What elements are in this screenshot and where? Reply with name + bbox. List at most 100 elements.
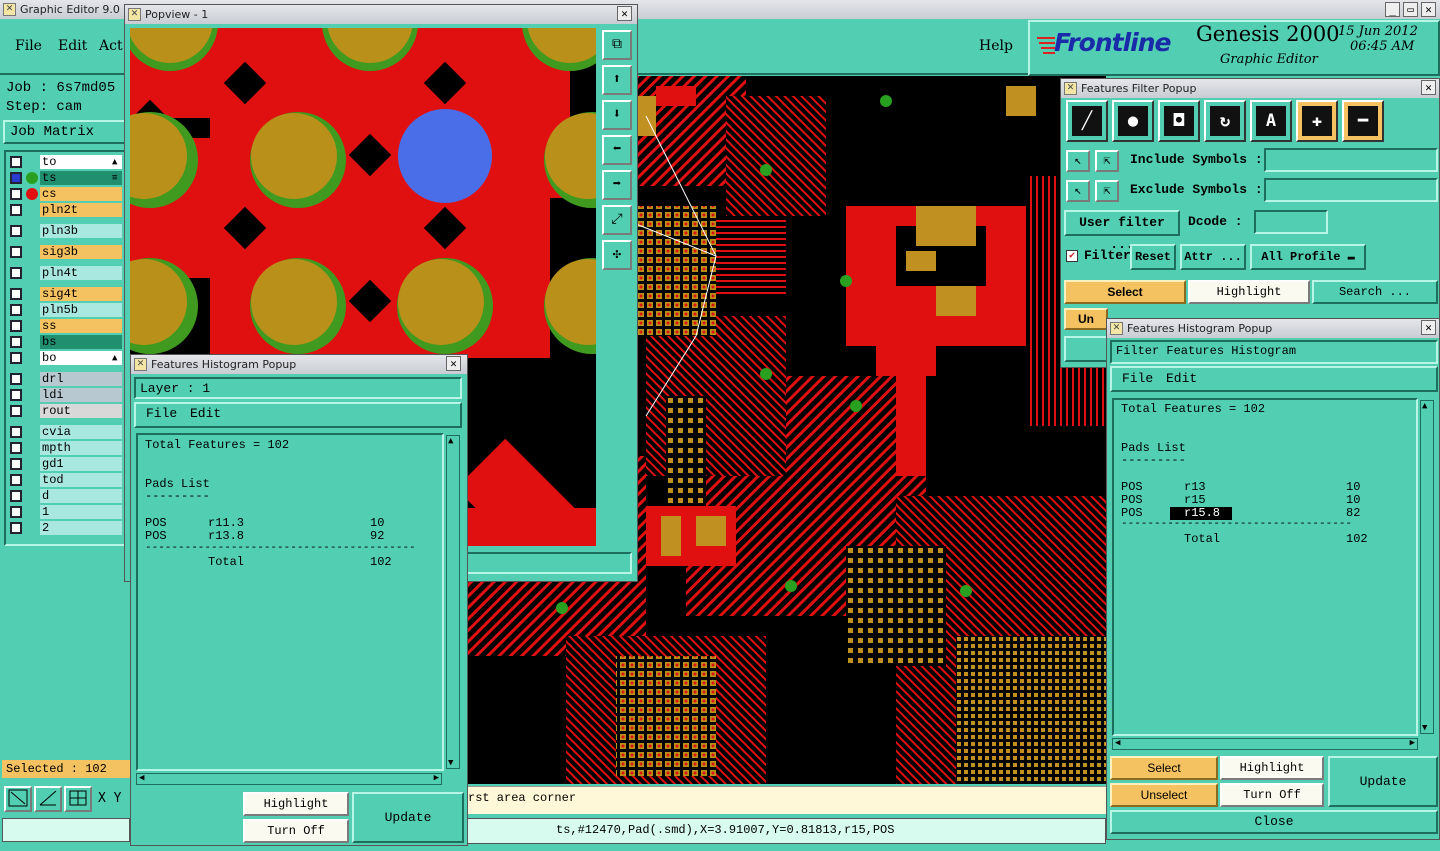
- filter-close-button[interactable]: ✕: [1421, 80, 1436, 95]
- layer-checkbox[interactable]: [10, 458, 22, 470]
- text-filter-button[interactable]: A: [1250, 100, 1292, 142]
- histo-left-title-bar[interactable]: ✕ Features Histogram Popup: [131, 355, 467, 374]
- exclude-arrow2-button[interactable]: ⇱: [1095, 180, 1119, 202]
- all-profile-dropdown[interactable]: All Profile ▬: [1250, 244, 1366, 270]
- menu-help[interactable]: Help: [979, 38, 1013, 54]
- layer-row-d[interactable]: d: [8, 489, 124, 503]
- layer-row-bo[interactable]: bo ▲: [8, 351, 124, 365]
- histo-left-close-button[interactable]: ✕: [446, 356, 461, 371]
- histo-right-scroll-up-icon[interactable]: ▲: [1422, 401, 1427, 411]
- layer-checkbox[interactable]: [10, 204, 22, 216]
- layer-checkbox[interactable]: [10, 352, 22, 364]
- layer-checkbox[interactable]: [10, 506, 22, 518]
- filter-update-button-partial[interactable]: [1064, 336, 1108, 362]
- histo-left-turnoff-button[interactable]: Turn Off: [243, 819, 349, 843]
- layer-row-cs[interactable]: cs: [8, 187, 124, 201]
- layer-checkbox[interactable]: [10, 336, 22, 348]
- layer-checkbox[interactable]: [10, 172, 22, 184]
- filter-unselect-button[interactable]: Un: [1064, 308, 1108, 330]
- menu-file[interactable]: File: [15, 38, 42, 54]
- histo-left-scroll-right-icon[interactable]: ▶: [434, 773, 439, 783]
- zoom-in-button[interactable]: ⤢: [602, 205, 632, 235]
- pan-up-button[interactable]: ⬆: [602, 65, 632, 95]
- snap-tool-button[interactable]: [4, 786, 32, 812]
- layer-row-pln3b[interactable]: pln3b: [8, 224, 124, 238]
- layer-checkbox[interactable]: [10, 522, 22, 534]
- histo-right-title-bar[interactable]: ✕ Features Histogram Popup: [1107, 319, 1439, 338]
- layer-row-sig3b[interactable]: sig3b: [8, 245, 124, 259]
- histo-right-scroll-down-icon[interactable]: ▼: [1422, 723, 1427, 733]
- histo-left-scroll-down-icon[interactable]: ▼: [448, 758, 453, 768]
- maximize-button[interactable]: ▭: [1403, 2, 1418, 17]
- layer-row-ss[interactable]: ss: [8, 319, 124, 333]
- dcode-input[interactable]: [1254, 210, 1328, 234]
- histo-left-menu-edit[interactable]: Edit: [190, 406, 221, 421]
- histo-right-scroll-left-icon[interactable]: ◀: [1115, 738, 1120, 748]
- zoom-window-button[interactable]: ⧉: [602, 30, 632, 60]
- layer-row-ldi[interactable]: ldi: [8, 388, 124, 402]
- layer-checkbox[interactable]: [10, 267, 22, 279]
- histo-left-scroll-up-icon[interactable]: ▲: [448, 436, 453, 446]
- pan-right-button[interactable]: ➡: [602, 170, 632, 200]
- histo-left-scroll-left-icon[interactable]: ◀: [139, 773, 144, 783]
- user-filter-button[interactable]: User filter ...: [1064, 210, 1180, 252]
- pan-down-button[interactable]: ⬇: [602, 100, 632, 130]
- layer-row-pln2t[interactable]: pln2t: [8, 203, 124, 217]
- include-arrow1-button[interactable]: ↖: [1066, 150, 1090, 172]
- layer-checkbox[interactable]: [10, 225, 22, 237]
- layer-checkbox[interactable]: [10, 304, 22, 316]
- popview-title-bar[interactable]: ✕ Popview - 1: [125, 5, 637, 24]
- arc-filter-button[interactable]: ↻: [1204, 100, 1246, 142]
- zoom-out-button[interactable]: ✣: [602, 240, 632, 270]
- layer-row-2[interactable]: 2: [8, 521, 124, 535]
- command-field[interactable]: [2, 818, 130, 842]
- filter-highlight-button[interactable]: Highlight: [1188, 280, 1310, 304]
- histo-left-menu-file[interactable]: File: [146, 406, 177, 421]
- layer-row-tod[interactable]: tod: [8, 473, 124, 487]
- minus-filter-button[interactable]: ━: [1342, 100, 1384, 142]
- layer-row-cvia[interactable]: cvia: [8, 425, 124, 439]
- layer-checkbox[interactable]: [10, 246, 22, 258]
- menu-act[interactable]: Act: [99, 38, 123, 54]
- layer-checkbox[interactable]: [10, 288, 22, 300]
- filter-title-bar[interactable]: ✕ Features Filter Popup: [1061, 79, 1439, 98]
- histo-right-scroll-right-icon[interactable]: ▶: [1410, 738, 1415, 748]
- histo-right-select-button[interactable]: Select: [1110, 756, 1218, 780]
- layer-row-ts[interactable]: ts ≡: [8, 171, 124, 185]
- histo-left-update-button[interactable]: Update: [352, 792, 464, 843]
- attr-button[interactable]: Attr ...: [1180, 244, 1246, 270]
- pan-left-button[interactable]: ⬅: [602, 135, 632, 165]
- histo-right-turnoff-button[interactable]: Turn Off: [1220, 783, 1324, 807]
- histo-right-hscroll[interactable]: ◀ ▶: [1112, 738, 1418, 750]
- popview-scroll[interactable]: [466, 552, 632, 574]
- histo-left-vscroll[interactable]: ▲ ▼: [446, 435, 460, 769]
- menu-edit[interactable]: Edit: [58, 38, 87, 54]
- plus-filter-button[interactable]: ✚: [1296, 100, 1338, 142]
- histo-right-vscroll[interactable]: ▲ ▼: [1420, 400, 1434, 734]
- layer-checkbox[interactable]: [10, 320, 22, 332]
- line-filter-button[interactable]: ╱: [1066, 100, 1108, 142]
- grid-tool-button[interactable]: [64, 786, 92, 812]
- layer-row-rout[interactable]: rout: [8, 404, 124, 418]
- filter-search-button[interactable]: Search ...: [1312, 280, 1438, 304]
- job-matrix-button[interactable]: Job Matrix ...: [3, 120, 127, 160]
- histo-right-highlight-button[interactable]: Highlight: [1220, 756, 1324, 780]
- surface-filter-button[interactable]: ◘: [1158, 100, 1200, 142]
- close-button[interactable]: ✕: [1421, 2, 1436, 17]
- minimize-button[interactable]: _: [1385, 2, 1400, 17]
- histo-right-close-button[interactable]: ✕: [1421, 320, 1436, 335]
- layer-checkbox[interactable]: [10, 188, 22, 200]
- layer-row-to[interactable]: to ▲: [8, 155, 124, 169]
- layer-checkbox[interactable]: [10, 389, 22, 401]
- histo-right-unselect-button[interactable]: Unselect: [1110, 783, 1218, 807]
- layer-row-sig4t[interactable]: sig4t: [8, 287, 124, 301]
- reset-button[interactable]: Reset: [1130, 244, 1176, 270]
- histo-left-hscroll[interactable]: ◀ ▶: [136, 773, 442, 785]
- layer-checkbox[interactable]: [10, 373, 22, 385]
- layer-checkbox[interactable]: [10, 490, 22, 502]
- exclude-arrow1-button[interactable]: ↖: [1066, 180, 1090, 202]
- layer-row-drl[interactable]: drl: [8, 372, 124, 386]
- layer-checkbox[interactable]: [10, 474, 22, 486]
- filter-checkbox[interactable]: ✔: [1066, 250, 1078, 262]
- layer-row-pln4t[interactable]: pln4t: [8, 266, 124, 280]
